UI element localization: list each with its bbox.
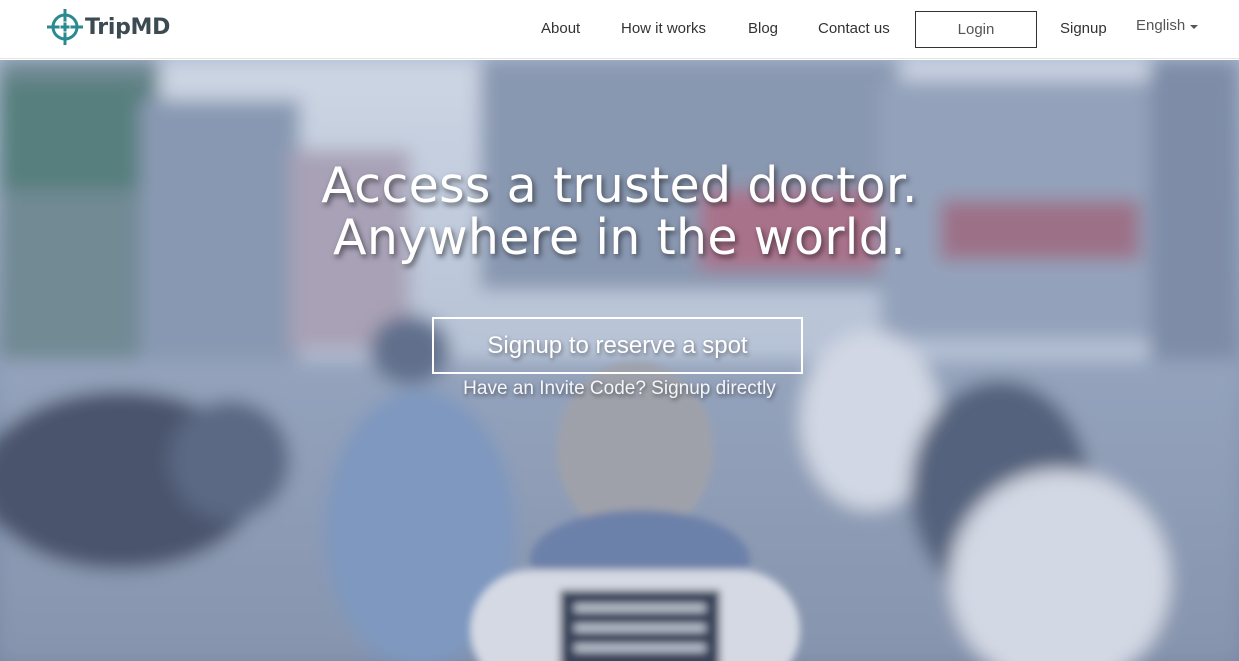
caret-down-icon	[1190, 25, 1199, 29]
compass-cross-icon	[47, 9, 83, 45]
login-button[interactable]: Login	[915, 11, 1037, 48]
nav-about-link[interactable]: About	[541, 19, 580, 39]
nav-contact-link[interactable]: Contact us	[818, 19, 890, 39]
language-label: English	[1136, 17, 1186, 34]
hero-headline-line-2: Anywhere in the world.	[333, 209, 906, 266]
signup-reserve-spot-button[interactable]: Signup to reserve a spot	[432, 317, 803, 374]
language-dropdown[interactable]: English	[1136, 16, 1199, 36]
hero-section: Access a trusted doctor. Anywhere in the…	[0, 60, 1239, 661]
nav-how-it-works-link[interactable]: How it works	[621, 19, 706, 39]
brand-name: TripMD	[85, 14, 171, 40]
brand-logo[interactable]: TripMD	[46, 7, 170, 47]
nav-blog-link[interactable]: Blog	[748, 19, 778, 39]
invite-code-signup-link[interactable]: Have an Invite Code? Signup directly	[0, 377, 1239, 401]
hero-headline-line-1: Access a trusted doctor.	[321, 157, 918, 214]
top-navbar: TripMD About How it works Blog Contact u…	[0, 0, 1239, 59]
signup-link[interactable]: Signup	[1060, 19, 1107, 39]
